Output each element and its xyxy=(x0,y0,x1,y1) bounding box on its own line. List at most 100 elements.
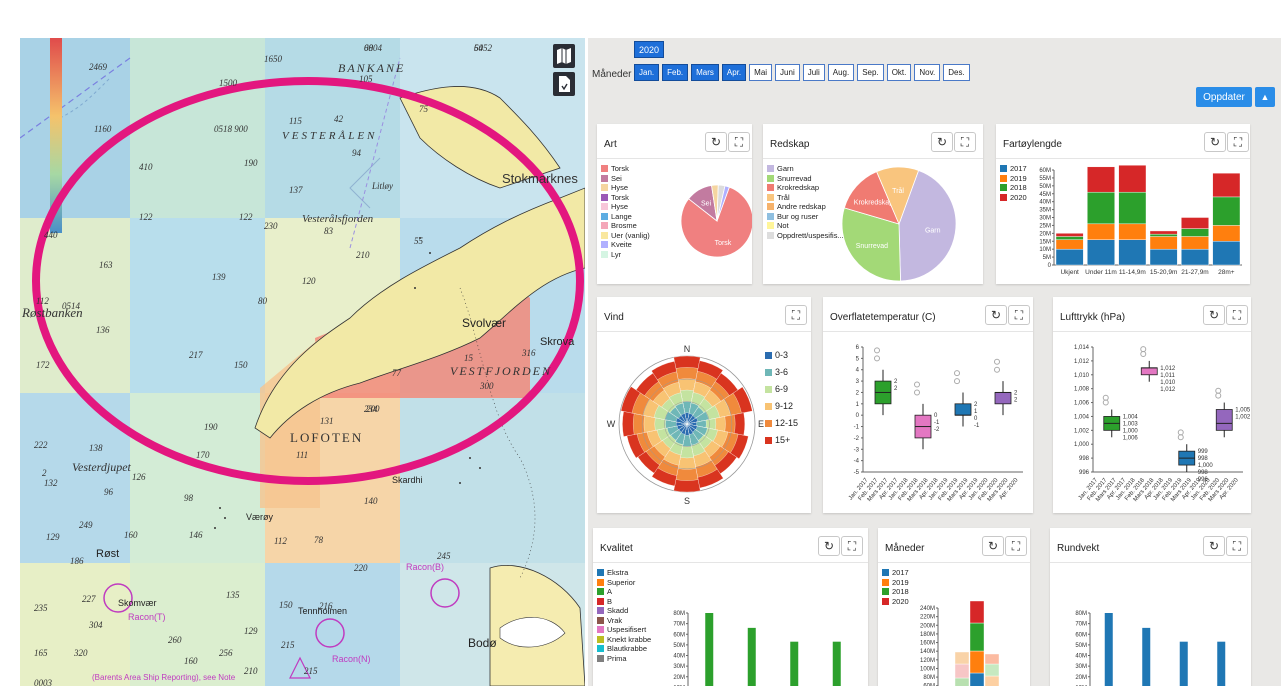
bar xyxy=(1118,239,1147,266)
bar xyxy=(1212,241,1241,266)
box-value-label: 1,012 xyxy=(1160,387,1176,393)
boxplot-temperatur: 6543210-1-2-3-4-5Jan. 2017Feb. 2017Mars … xyxy=(848,345,1023,503)
month-button-sep[interactable]: Sep. xyxy=(857,64,884,81)
depth-sounding: 172 xyxy=(36,360,50,370)
year-button[interactable]: 2020 xyxy=(634,41,664,58)
month-button-mars[interactable]: Mars xyxy=(691,64,719,81)
bar xyxy=(1181,248,1209,266)
map-label-vestfjorden: VESTFJORDEN xyxy=(450,364,552,378)
y-tick-label: 30M xyxy=(1039,216,1051,222)
legend-label: 12-15 xyxy=(775,418,799,428)
depth-sounding: 42 xyxy=(334,114,343,124)
bar xyxy=(1181,236,1209,250)
y-tick-label: 40M xyxy=(1075,654,1087,660)
bar xyxy=(1179,641,1188,686)
x-tick-label: Under 11m xyxy=(1085,269,1117,276)
update-button[interactable]: Oppdater xyxy=(1196,87,1252,107)
depth-sounding: 140 xyxy=(364,496,378,506)
month-button-juni[interactable]: Juni xyxy=(775,64,800,81)
depth-sounding: 15 xyxy=(464,353,473,363)
box-value-label: 1,002 xyxy=(1235,415,1251,421)
bar xyxy=(954,663,970,679)
legend-item[interactable]: 9-12 xyxy=(765,398,798,415)
depth-sounding: 129 xyxy=(244,626,258,636)
month-button-nov[interactable]: Nov. xyxy=(914,64,941,81)
depth-sounding: 139 xyxy=(212,272,226,282)
depth-sounding: 186 xyxy=(70,556,84,566)
y-tick-label: 50M xyxy=(1075,643,1087,649)
map-label-litloy: Litløy xyxy=(372,181,394,191)
legend-item[interactable]: 3-6 xyxy=(765,364,798,381)
month-button-aug[interactable]: Aug. xyxy=(827,64,855,81)
bar xyxy=(790,641,799,686)
y-tick-label: 30M xyxy=(1075,664,1087,670)
outlier xyxy=(874,355,880,362)
y-tick-label: 2 xyxy=(856,390,860,396)
outlier xyxy=(1140,350,1147,357)
legend-swatch xyxy=(765,403,772,410)
depth-sounding: 165 xyxy=(34,648,48,658)
depth-sounding: 215 xyxy=(304,666,318,676)
legend-item[interactable]: 15+ xyxy=(765,432,798,449)
depth-sounding: 0004 xyxy=(364,43,382,53)
direction-label: E xyxy=(758,419,764,429)
y-tick-label: 20M xyxy=(673,675,685,681)
nautical-map[interactable]: BANKANE VESTERÅLEN Vesterålsfjorden Stok… xyxy=(20,38,585,686)
depth-sounding: 190 xyxy=(244,158,258,168)
depth-sounding: 126 xyxy=(132,472,146,482)
map-label-racon-b: Racon(B) xyxy=(406,562,445,572)
box-value-label: 1,006 xyxy=(1123,435,1139,441)
depth-sounding: 217 xyxy=(189,350,203,360)
outlier xyxy=(954,370,960,377)
month-button-okt[interactable]: Okt. xyxy=(886,64,912,81)
depth-sounding: 138 xyxy=(89,443,103,453)
y-tick-label: 20M xyxy=(1075,675,1087,681)
x-tick-label: 21-27,9m xyxy=(1181,269,1208,276)
legend-swatch xyxy=(765,420,772,427)
y-tick-label: 1,004 xyxy=(1074,414,1090,420)
y-tick-label: 35M xyxy=(1039,208,1051,214)
month-button-des[interactable]: Des. xyxy=(943,64,970,81)
depth-sounding: 216 xyxy=(319,601,333,611)
x-tick-label: Ukjent xyxy=(1060,269,1079,276)
direction-label: S xyxy=(684,496,690,506)
map-layer-button[interactable] xyxy=(553,44,575,68)
box-value-label: 2 xyxy=(1014,397,1018,403)
outlier xyxy=(1215,392,1222,399)
y-tick-label: 160M xyxy=(920,641,935,647)
box-value-label: 1,011 xyxy=(1160,373,1175,379)
depth-sounding: 320 xyxy=(74,648,88,658)
bar xyxy=(1055,236,1084,240)
map-label-vesterdjupet: Vesterdjupet xyxy=(72,460,131,474)
x-tick-label: 28m+ xyxy=(1218,269,1235,276)
bar xyxy=(984,653,1000,665)
collapse-button[interactable]: ▲ xyxy=(1255,87,1275,107)
box xyxy=(1140,367,1158,376)
depth-sounding: 94 xyxy=(352,148,361,158)
map-label-skrova: Skrova xyxy=(540,336,575,348)
bar xyxy=(1149,248,1178,266)
y-tick-label: 6 xyxy=(856,345,860,351)
pie-slice-label: Trål xyxy=(892,187,904,195)
bar xyxy=(1087,223,1115,240)
legend-item[interactable]: 12-15 xyxy=(765,415,798,432)
outlier xyxy=(874,347,880,354)
box-value-label: 1,003 xyxy=(1123,421,1139,427)
month-button-juli[interactable]: Juli xyxy=(802,64,825,81)
legend-item[interactable]: 6-9 xyxy=(765,381,798,398)
month-button-mai[interactable]: Mai xyxy=(749,64,773,81)
month-button-feb[interactable]: Feb. xyxy=(662,64,689,81)
outlier xyxy=(1177,434,1184,441)
depth-sounding: 227 xyxy=(82,594,96,604)
boxplot-lufttrykk: 1,0141,0121,0101,0081,0061,0041,0021,000… xyxy=(1074,345,1251,503)
map-document-button[interactable] xyxy=(553,72,575,96)
legend-item[interactable]: 0-3 xyxy=(765,347,798,364)
y-tick-label: 60M xyxy=(1075,632,1087,638)
box-value-label: -2 xyxy=(934,427,940,433)
month-button-jan[interactable]: Jan. xyxy=(634,64,660,81)
bar xyxy=(1055,233,1084,237)
month-button-apr[interactable]: Apr. xyxy=(721,64,747,81)
y-tick-label: 1,012 xyxy=(1074,359,1090,365)
y-tick-label: 45M xyxy=(1039,192,1051,198)
pie-slice-label: Garn xyxy=(925,227,941,234)
